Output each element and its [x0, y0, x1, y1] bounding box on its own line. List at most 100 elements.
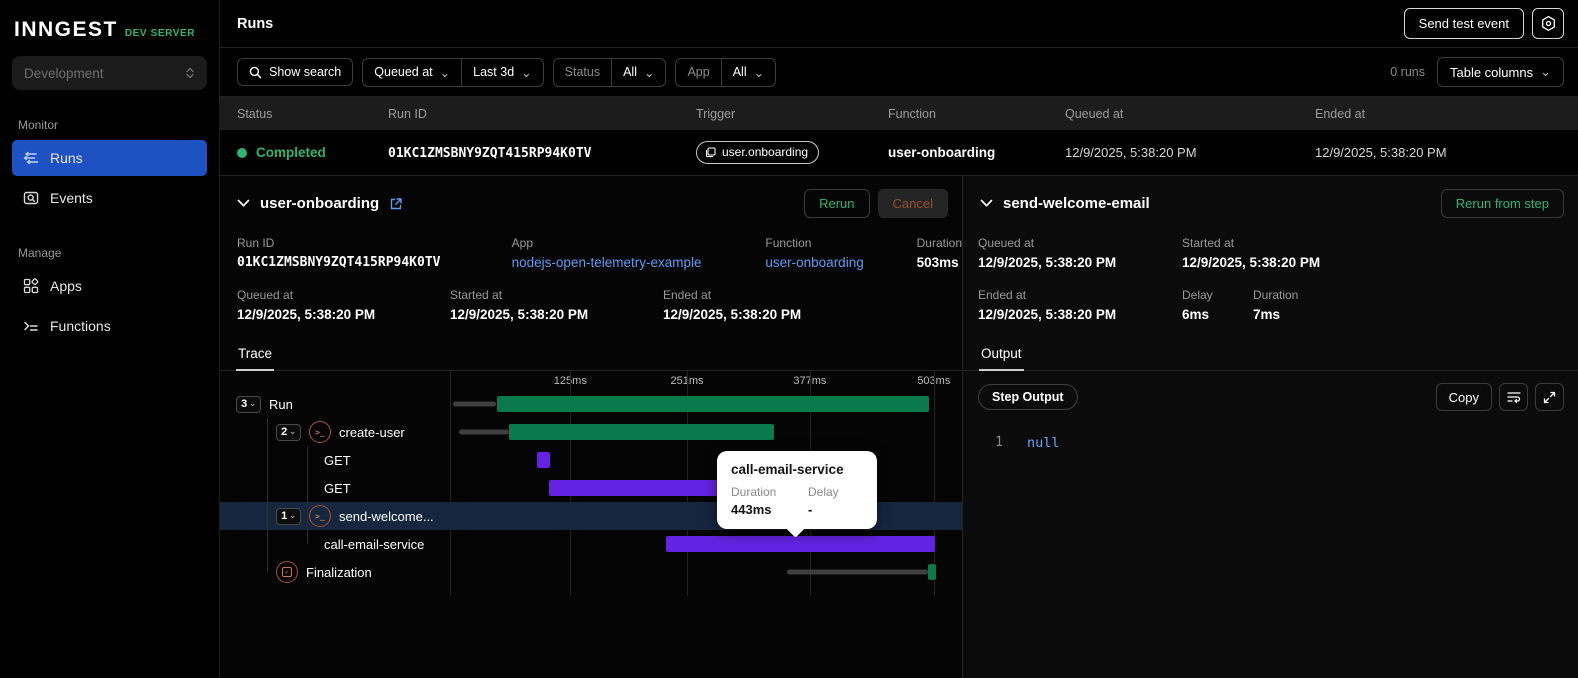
- trace-row-timeline: [450, 502, 962, 530]
- app-label: App: [511, 236, 533, 250]
- span-bar[interactable]: [665, 536, 935, 552]
- trace-row-label: create-user: [339, 424, 405, 440]
- step-delay-value: 6ms: [1182, 307, 1210, 322]
- trace-row-label: GET: [324, 452, 351, 468]
- ended-at-value: 12/9/2025, 5:38:20 PM: [663, 307, 802, 322]
- span-bar[interactable]: [497, 396, 930, 412]
- status-filter-dropdown[interactable]: All ⌄: [611, 58, 665, 86]
- ended-at-value: 12/9/2025, 5:38:20 PM: [1315, 145, 1447, 160]
- child-count-badge[interactable]: 1 ⌄: [276, 507, 301, 525]
- trigger-name: user.onboarding: [722, 145, 809, 159]
- show-search-label: Show search: [269, 65, 342, 79]
- tooltip-duration-label: Duration: [731, 485, 777, 499]
- axis-tick-label: 125ms: [553, 375, 587, 387]
- rerun-from-step-button[interactable]: Rerun from step: [1440, 189, 1564, 218]
- app-filter-label: App: [687, 65, 710, 79]
- queued-at-dropdown[interactable]: Queued at ⌄: [363, 59, 461, 86]
- trace-row-name: call-email-service: [220, 537, 450, 552]
- trace-row-call-email-service[interactable]: call-email-service: [220, 530, 962, 558]
- tab-trace[interactable]: Trace: [236, 340, 275, 371]
- copy-button[interactable]: Copy: [1435, 383, 1492, 411]
- span-bar[interactable]: [537, 452, 550, 468]
- queued-at-value: 12/9/2025, 5:38:20 PM: [1065, 145, 1197, 160]
- sidebar-item-runs[interactable]: Runs: [12, 140, 207, 176]
- trace-row-timeline: [450, 530, 962, 558]
- queue-delay-bar[interactable]: [787, 569, 929, 575]
- time-range-label: Last 3d: [473, 65, 515, 79]
- output-code: 1 null: [963, 421, 1578, 451]
- collapse-chevron-icon[interactable]: [980, 199, 993, 208]
- column-header-run-id: Run ID: [388, 106, 427, 121]
- sidebar: INNGEST DEV SERVER Development Monitor R…: [0, 0, 220, 678]
- trace-waterfall: 125ms 251ms 377ms 503ms 3 ⌄ Run 2 ⌄ >_ create-use…: [220, 371, 962, 678]
- gear-icon: [1541, 15, 1555, 31]
- column-header-trigger: Trigger: [696, 106, 736, 121]
- show-search-button[interactable]: Show search: [237, 58, 354, 86]
- runs-count: 0 runs: [1390, 65, 1425, 79]
- updown-chevron-icon: [186, 67, 194, 79]
- run-id-label: Run ID: [237, 236, 275, 250]
- queue-delay-bar[interactable]: [453, 401, 497, 407]
- terminal-step-icon: >_: [309, 421, 331, 443]
- send-test-event-button[interactable]: Send test event: [1403, 8, 1524, 39]
- time-range-dropdown[interactable]: Last 3d ⌄: [461, 58, 542, 86]
- tab-output[interactable]: Output: [979, 340, 1024, 371]
- chevron-down-icon: ⌄: [521, 65, 532, 80]
- table-columns-dropdown[interactable]: Table columns ⌄: [1436, 57, 1564, 87]
- word-wrap-icon: [1506, 392, 1521, 403]
- brand: INNGEST DEV SERVER: [12, 14, 207, 56]
- sidebar-item-functions[interactable]: Functions: [12, 308, 207, 344]
- sidebar-item-label: Functions: [50, 318, 111, 334]
- span-bar[interactable]: [548, 480, 737, 496]
- trace-row-timeline: [450, 446, 962, 474]
- external-link-icon[interactable]: [389, 197, 403, 211]
- output-tab-bar: Output: [963, 340, 1578, 371]
- status-filter-value: All: [623, 65, 637, 79]
- status-filter-label: Status: [564, 65, 601, 79]
- span-bar[interactable]: [508, 424, 774, 440]
- workspace-select[interactable]: Development: [12, 56, 207, 90]
- duration-value: 503ms: [916, 255, 959, 270]
- collapse-chevron-icon[interactable]: [237, 199, 250, 208]
- status-filter-label-cell: Status: [554, 59, 611, 86]
- queue-delay-bar[interactable]: [459, 429, 509, 435]
- span-bar[interactable]: [928, 564, 936, 580]
- functions-icon: [24, 321, 38, 331]
- trace-time-axis: 125ms 251ms 377ms 503ms: [450, 371, 962, 390]
- step-detail-panel: send-welcome-email Rerun from step Queue…: [963, 176, 1578, 678]
- trace-row-name: GET: [220, 481, 450, 496]
- function-link[interactable]: user-onboarding: [765, 255, 916, 270]
- trace-row-finalization[interactable]: ✓ Finalization: [220, 558, 962, 586]
- app-filter-dropdown[interactable]: All ⌄: [720, 58, 775, 86]
- step-started-value: 12/9/2025, 5:38:20 PM: [1182, 255, 1321, 270]
- cancel-button[interactable]: Cancel: [877, 189, 948, 218]
- output-toolbar: Step Output Copy: [963, 371, 1578, 421]
- finalization-check-icon: ✓: [276, 561, 298, 583]
- trace-rows: 3 ⌄ Run 2 ⌄ >_ create-user GET GET 1 ⌄ >_ send-welco…: [220, 371, 962, 596]
- app-link[interactable]: nodejs-open-telemetry-example: [512, 255, 766, 270]
- search-icon: [249, 66, 262, 78]
- trace-row-timeline: [450, 390, 962, 418]
- rerun-button[interactable]: Rerun: [804, 189, 870, 218]
- trace-row-run[interactable]: 3 ⌄ Run: [220, 390, 962, 418]
- trace-row-create-user[interactable]: 2 ⌄ >_ create-user: [220, 418, 962, 446]
- trace-row-timeline: [450, 474, 962, 502]
- child-count-badge[interactable]: 2 ⌄: [276, 423, 301, 441]
- sidebar-item-events[interactable]: Events: [12, 180, 207, 216]
- code-line-number: 1: [995, 435, 1003, 450]
- child-count-badge[interactable]: 3 ⌄: [236, 395, 261, 413]
- terminal-step-icon: >_: [309, 505, 331, 527]
- expand-button[interactable]: [1535, 383, 1564, 411]
- word-wrap-button[interactable]: [1499, 383, 1528, 411]
- trigger-badge[interactable]: user.onboarding: [696, 141, 820, 164]
- settings-button[interactable]: [1532, 8, 1564, 39]
- trace-row-label: GET: [324, 480, 351, 496]
- function-name: user-onboarding: [888, 145, 996, 160]
- manage-section-label: Manage: [18, 246, 62, 260]
- ended-at-label: Ended at: [663, 288, 712, 302]
- sidebar-item-apps[interactable]: Apps: [12, 268, 207, 304]
- queued-at-label: Queued at: [237, 288, 294, 302]
- filter-bar: Show search Queued at ⌄ Last 3d ⌄ Status…: [220, 48, 1578, 97]
- table-row[interactable]: Completed 01KC1ZMSBNY9ZQT415RP94K0TV use…: [220, 130, 1578, 175]
- trace-row-name: GET: [220, 453, 450, 468]
